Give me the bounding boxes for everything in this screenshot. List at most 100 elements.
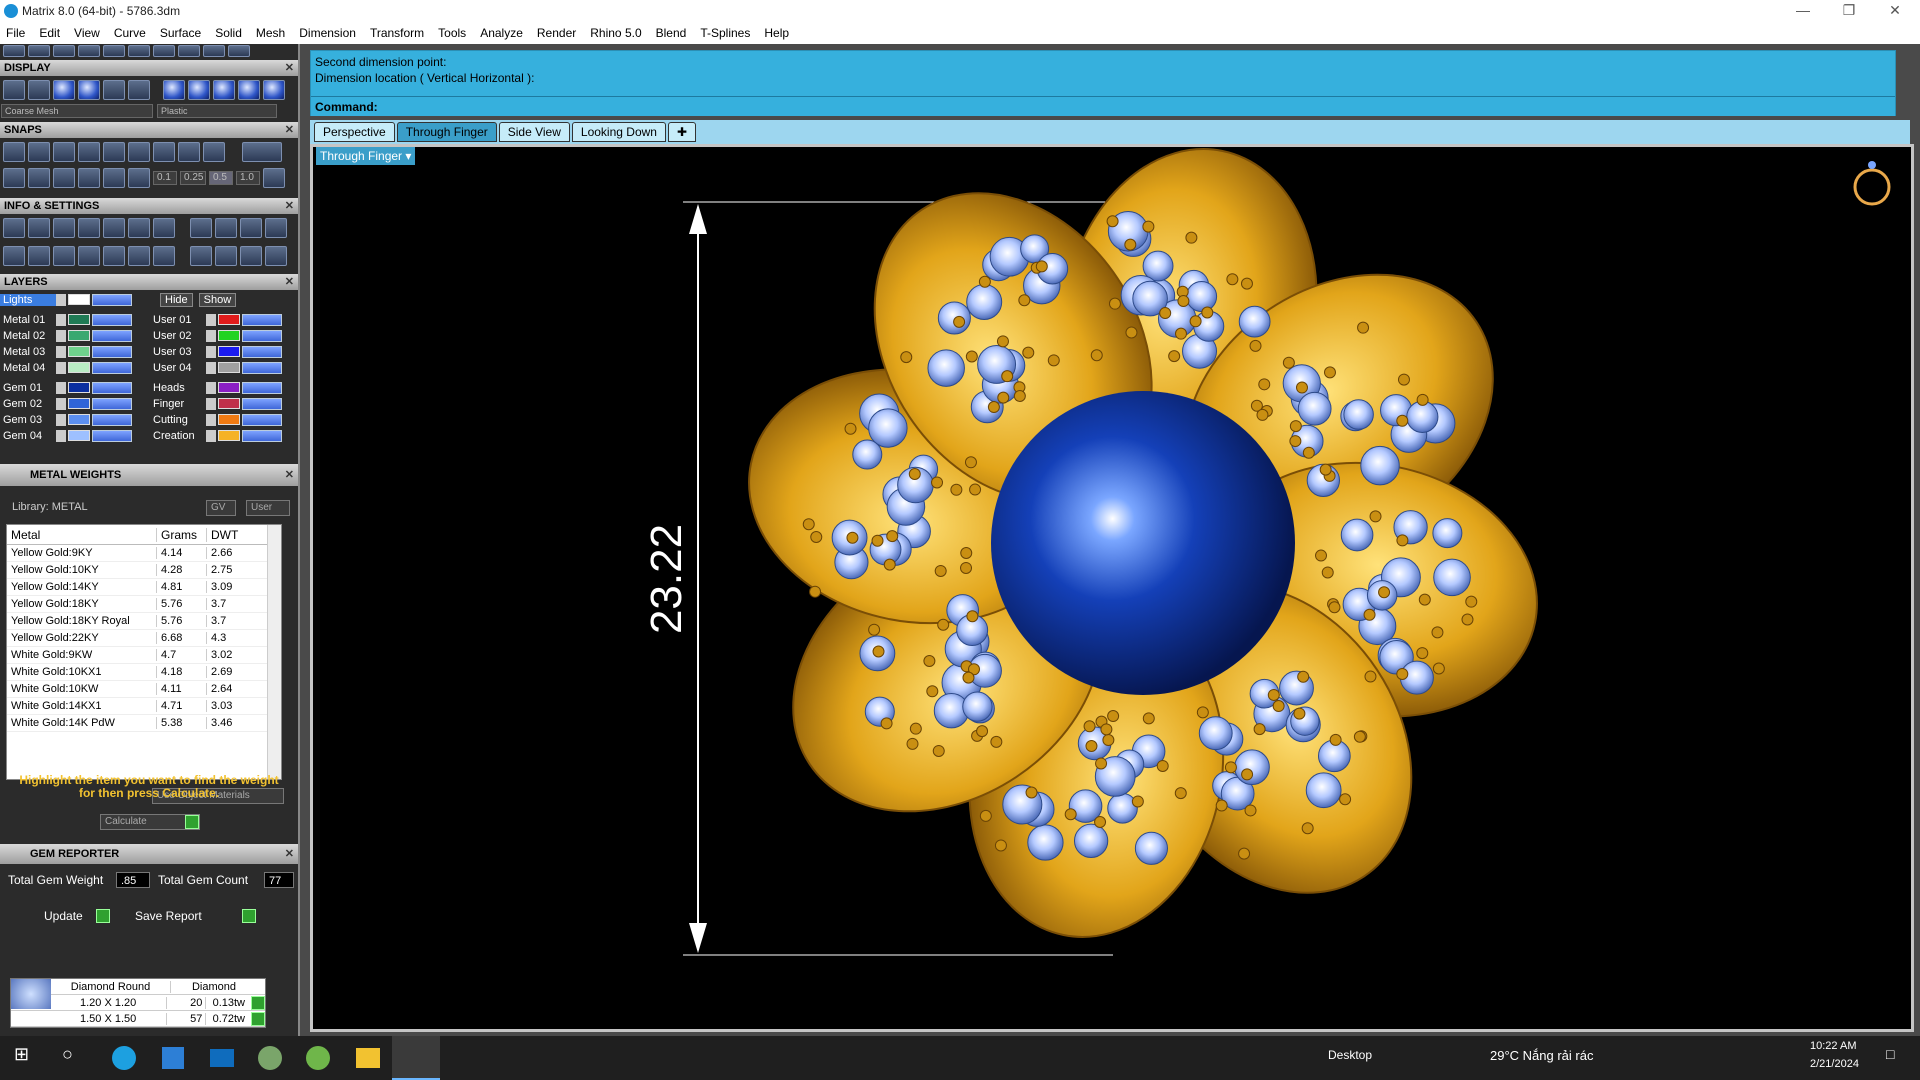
menu-mesh[interactable]: Mesh	[256, 26, 285, 40]
layer-controls[interactable]	[242, 381, 282, 394]
minimize-icon[interactable]: —	[1780, 0, 1826, 22]
tool-icon[interactable]	[215, 218, 237, 238]
viewport-label[interactable]: Through Finger ▾	[316, 147, 416, 165]
menu-analyze[interactable]: Analyze	[480, 26, 523, 40]
settings-icon[interactable]	[3, 218, 25, 238]
layer-controls[interactable]	[242, 429, 282, 442]
mail-icon[interactable]	[210, 1049, 234, 1067]
layer-color-swatch[interactable]	[218, 346, 240, 357]
layer-name[interactable]: Gem 04	[0, 430, 56, 442]
weather-text[interactable]: 29°C Nắng rải rác	[1490, 1048, 1593, 1063]
layer-row[interactable]: User 02	[150, 328, 282, 343]
layer-name[interactable]: Gem 03	[0, 414, 56, 426]
snap-perp-icon[interactable]	[153, 142, 175, 162]
tool-icon[interactable]	[240, 246, 262, 266]
arrow-icon[interactable]	[56, 313, 66, 326]
tab-looking-down[interactable]: Looking Down	[571, 122, 666, 142]
shade-icon[interactable]	[28, 80, 50, 100]
tool-icon[interactable]	[228, 45, 250, 57]
close-icon[interactable]: ✕	[285, 844, 294, 864]
material-select[interactable]: Plastic	[157, 104, 277, 118]
layer-row[interactable]: Heads	[150, 380, 282, 395]
save-report-button[interactable]	[242, 909, 256, 923]
menu-tools[interactable]: Tools	[438, 26, 466, 40]
tool-icon[interactable]	[190, 246, 212, 266]
snap-cen-icon[interactable]	[103, 142, 125, 162]
layer-row[interactable]: Metal 03	[0, 344, 132, 359]
database-icon[interactable]	[78, 218, 100, 238]
layer-controls[interactable]	[92, 413, 132, 426]
layer-name[interactable]: User 04	[150, 362, 206, 374]
arrow-icon[interactable]	[56, 429, 66, 442]
snap-tan-icon[interactable]	[178, 142, 200, 162]
add-tab-icon[interactable]: ✚	[667, 122, 697, 142]
layer-controls[interactable]	[92, 293, 132, 306]
display-mode-icon[interactable]	[128, 80, 150, 100]
material-sphere-icon[interactable]	[263, 80, 285, 100]
layer-row[interactable]: Gem 02	[0, 396, 132, 411]
close-icon[interactable]: ✕	[285, 198, 294, 214]
snap-value-3[interactable]: 0.5	[209, 171, 233, 185]
menu-rhino[interactable]: Rhino 5.0	[590, 26, 641, 40]
layer-color-swatch[interactable]	[68, 362, 90, 373]
close-icon[interactable]: ✕	[285, 60, 294, 76]
snap-value-1[interactable]: 0.1	[153, 171, 177, 185]
layer-color-swatch[interactable]	[218, 330, 240, 341]
menu-curve[interactable]: Curve	[114, 26, 146, 40]
select-icon[interactable]	[128, 246, 150, 266]
arrow-icon[interactable]	[56, 413, 66, 426]
lights-swatch[interactable]	[68, 294, 90, 305]
3d-viewport[interactable]: Through Finger ▾ 23.22	[310, 144, 1914, 1032]
menu-file[interactable]: File	[6, 26, 25, 40]
grid-snap-icon[interactable]	[263, 168, 285, 188]
tab-through-finger[interactable]: Through Finger	[396, 122, 497, 142]
layer-row[interactable]: Metal 01	[0, 312, 132, 327]
tool-icon[interactable]	[103, 45, 125, 57]
layer-name[interactable]: User 03	[150, 346, 206, 358]
tool-icon[interactable]	[128, 45, 150, 57]
layer-name[interactable]: Metal 04	[0, 362, 56, 374]
layer-controls[interactable]	[92, 381, 132, 394]
layer-name[interactable]: Metal 03	[0, 346, 56, 358]
update-label[interactable]: Update	[44, 909, 83, 923]
layer-name[interactable]: User 02	[150, 330, 206, 342]
snap-end-icon[interactable]	[3, 142, 25, 162]
layer-color-swatch[interactable]	[68, 414, 90, 425]
layer-row[interactable]: Finger	[150, 396, 282, 411]
render-sphere-icon[interactable]	[53, 80, 75, 100]
user-button[interactable]: User	[246, 500, 290, 516]
layer-name[interactable]: Metal 02	[0, 330, 56, 342]
hide-button[interactable]: Hide	[160, 292, 193, 307]
layer-color-swatch[interactable]	[68, 430, 90, 441]
mesh-select[interactable]: Coarse Mesh	[1, 104, 153, 118]
store-icon[interactable]	[162, 1047, 184, 1069]
column-header[interactable]: DWT	[207, 528, 257, 542]
box-icon[interactable]	[53, 246, 75, 266]
tab-side-view[interactable]: Side View	[498, 122, 570, 142]
table-row[interactable]: White Gold:10KX1 4.18 2.69	[7, 664, 281, 681]
report-icon[interactable]	[153, 246, 175, 266]
layer-name[interactable]: Metal 01	[0, 314, 56, 326]
gem-row-button[interactable]	[251, 995, 265, 1010]
table-row[interactable]: Yellow Gold:9KY 4.14 2.66	[7, 545, 281, 562]
arrow-icon[interactable]	[56, 329, 66, 342]
tool-icon[interactable]	[203, 45, 225, 57]
layer-controls[interactable]	[242, 329, 282, 342]
arrow-icon[interactable]	[206, 381, 216, 394]
arrow-icon[interactable]	[206, 345, 216, 358]
snap-dot-icon[interactable]	[128, 168, 150, 188]
layer-color-swatch[interactable]	[218, 362, 240, 373]
windows-start-icon[interactable]: ⊞	[14, 1044, 29, 1065]
layer-name[interactable]: User 01	[150, 314, 206, 326]
tool-icon[interactable]	[265, 218, 287, 238]
arrow-icon[interactable]	[56, 293, 66, 306]
layer-controls[interactable]	[92, 397, 132, 410]
layer-row[interactable]: Metal 02	[0, 328, 132, 343]
layer-controls[interactable]	[242, 313, 282, 326]
snap-value-2[interactable]: 0.25	[180, 171, 206, 185]
tool-icon[interactable]	[190, 218, 212, 238]
tool-icon[interactable]	[240, 218, 262, 238]
layer-row[interactable]: User 04	[150, 360, 282, 375]
layer-color-swatch[interactable]	[218, 382, 240, 393]
filter-icon[interactable]	[103, 246, 125, 266]
